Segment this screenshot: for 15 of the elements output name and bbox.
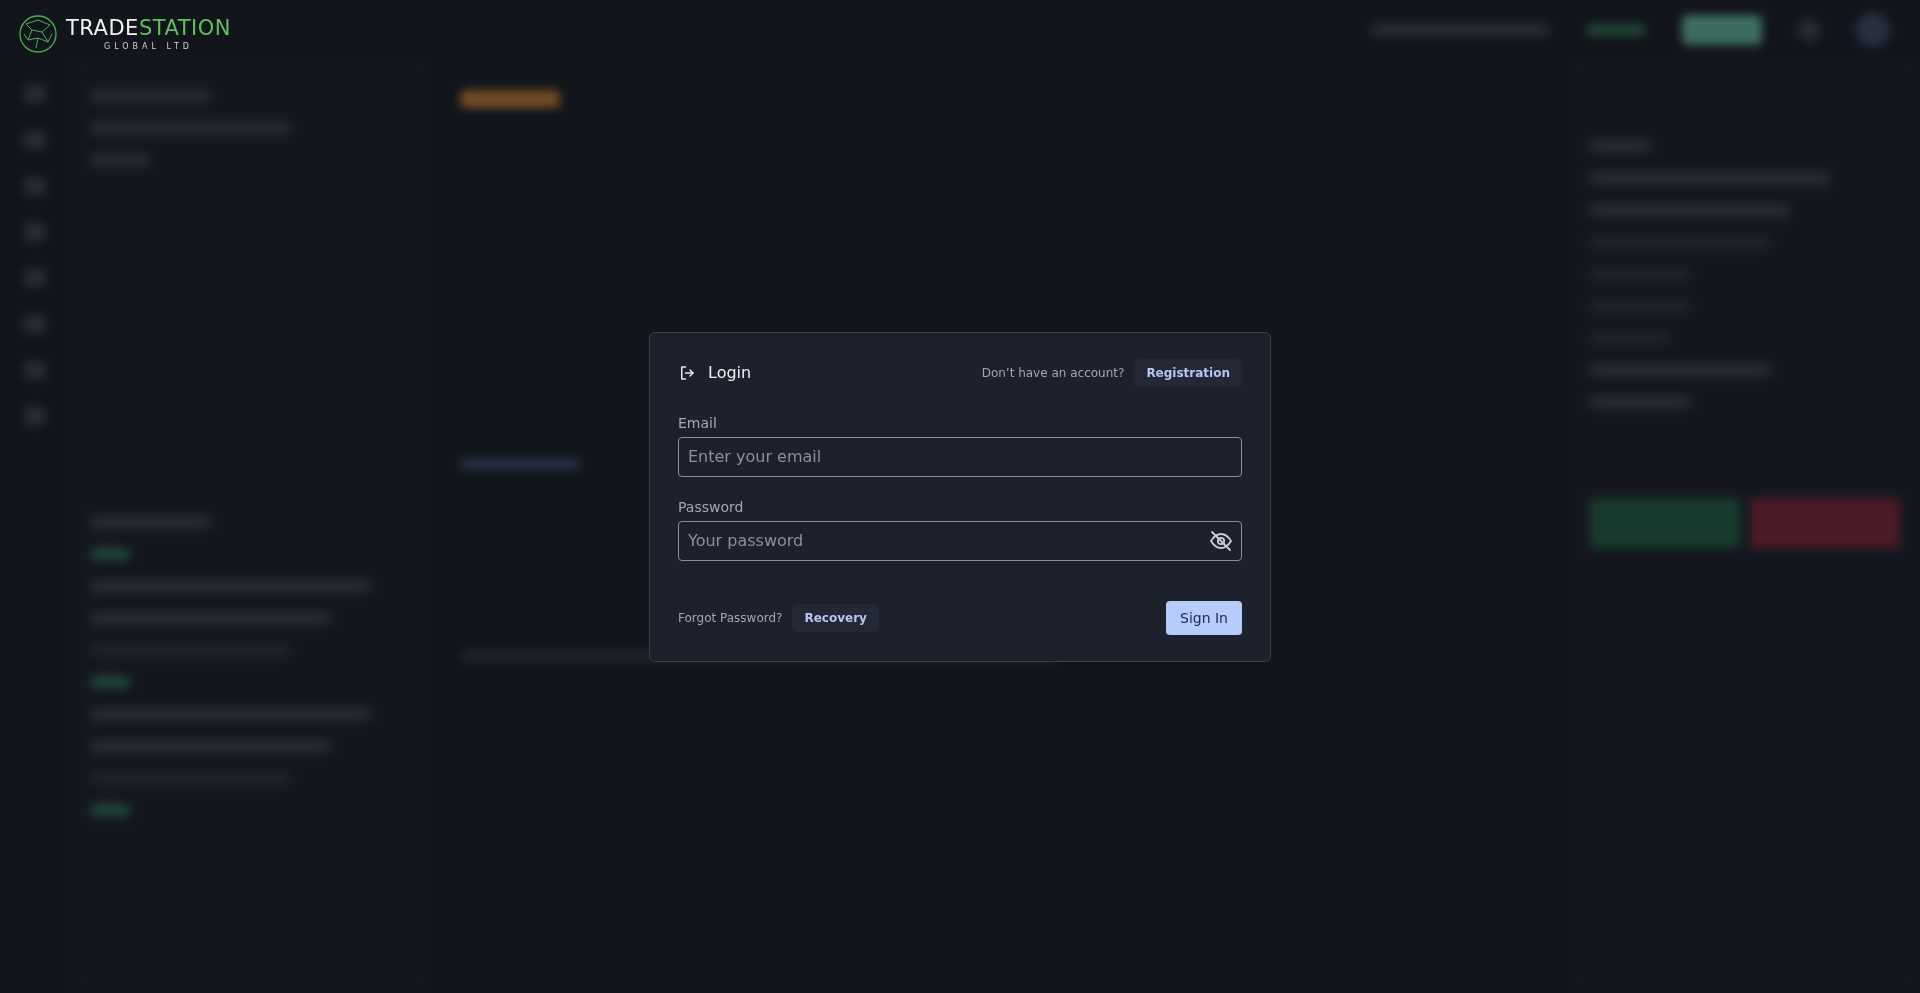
password-field[interactable]: Your password — [678, 520, 1242, 561]
registration-button[interactable]: Registration — [1134, 358, 1242, 387]
recovery-button[interactable]: Recovery — [792, 603, 879, 632]
field-label: Email — [678, 414, 718, 431]
account-prompt: Don’t have an account? — [981, 365, 1125, 380]
dialog-title: Login — [708, 363, 752, 382]
globe-logo-icon — [18, 14, 58, 54]
logo-wordmark: TRADESTATION — [66, 17, 231, 39]
sign-in-button[interactable]: Sign In — [1166, 600, 1242, 635]
eye-slash-icon[interactable] — [1209, 529, 1233, 552]
forgot-password-prompt: Forgot Password? — [678, 610, 783, 625]
field-label: Password — [678, 498, 745, 515]
logo-tagline: GLOBAL LTD — [103, 41, 193, 51]
login-icon — [678, 363, 696, 382]
email-field[interactable]: Enter your email — [678, 436, 1242, 477]
